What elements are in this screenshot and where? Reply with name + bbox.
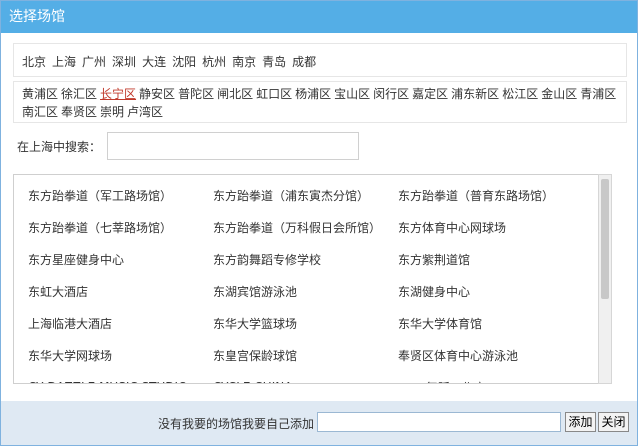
city-list: 北京 上海 广州 深圳 大连 沈阳 杭州 南京 青岛 成都 — [13, 43, 627, 77]
venue-item[interactable]: 奉贤区体育中心游泳池 — [398, 347, 583, 364]
district-link[interactable]: 闸北区 — [217, 87, 253, 101]
district-link[interactable]: 嘉定区 — [412, 87, 448, 101]
venue-item[interactable]: 东方跆拳道（万科假日会所馆） — [213, 219, 398, 236]
search-label: 在上海中搜索： — [17, 139, 102, 154]
district-link[interactable]: 普陀区 — [178, 87, 214, 101]
venue-list: 东方跆拳道（军工路场馆） 东方跆拳道（浦东寅杰分馆） 东方跆拳道（普育东路场馆） 东方… — [13, 174, 611, 384]
city-link[interactable]: 杭州 — [202, 55, 226, 69]
district-link[interactable]: 长宁区 — [100, 87, 136, 101]
district-link[interactable]: 金山区 — [541, 87, 577, 101]
district-link[interactable]: 闵行区 — [373, 87, 409, 101]
venue-item[interactable]: 东方紫荆道馆 — [398, 251, 583, 268]
city-link[interactable]: 成都 — [292, 55, 316, 69]
venue-item[interactable]: 东方星座健身中心 — [28, 251, 213, 268]
venue-item[interactable]: 东湖宾馆游泳池 — [213, 283, 398, 300]
search-input[interactable] — [107, 132, 360, 160]
venue-scrollbar[interactable] — [598, 174, 612, 384]
city-link[interactable]: 沈阳 — [172, 55, 196, 69]
venue-item[interactable]: 东方跆拳道（七莘路场馆） — [28, 219, 213, 236]
dialog-footer: 没有我要的场馆我要自己添加 添加 关闭 — [1, 401, 637, 445]
venue-item[interactable]: 东虹大酒店 — [28, 283, 213, 300]
district-link[interactable]: 徐汇区 — [61, 87, 97, 101]
district-list: 黄浦区 徐汇区 长宁区 静安区 普陀区 闸北区 虹口区 杨浦区 宝山区 闵行区 嘉定区 浦东新区 松江区… — [13, 81, 627, 123]
district-link[interactable]: 静安区 — [139, 87, 175, 101]
district-link[interactable]: 崇明 — [100, 105, 124, 119]
city-link[interactable]: 深圳 — [112, 55, 136, 69]
venue-item[interactable]: 东方跆拳道（普育东路场馆） — [398, 187, 583, 204]
district-link[interactable]: 卢湾区 — [127, 105, 163, 119]
district-link[interactable]: 奉贤区 — [61, 105, 97, 119]
district-link[interactable]: 杨浦区 — [295, 87, 331, 101]
close-button[interactable]: 关闭 — [598, 412, 629, 432]
dialog-title: 选择场馆 — [1, 1, 637, 33]
district-link[interactable]: 南汇区 — [22, 105, 58, 119]
venue-item[interactable]: 上海临港大酒店 — [28, 315, 213, 332]
venue-item[interactable]: 东方跆拳道（军工路场馆） — [28, 187, 213, 204]
select-venue-dialog: 选择场馆 北京 上海 广州 深圳 大连 沈阳 杭州 南京 青岛 成都 黄浦区 徐汇区 长宁区 静安区 普陀… — [0, 0, 638, 446]
scrollbar-thumb[interactable] — [601, 179, 609, 299]
venue-item[interactable]: 东华大学体育馆 — [398, 315, 583, 332]
venue-item[interactable]: 东湖健身中心 — [398, 283, 583, 300]
custom-venue-label: 没有我要的场馆我要自己添加 — [158, 417, 315, 431]
city-link[interactable]: 上海 — [52, 55, 76, 69]
venue-item[interactable]: CY DAZZLE MUSIC STUDIO — [28, 380, 213, 383]
venue-item[interactable]: 东方韵舞蹈专修学校 — [213, 251, 398, 268]
district-link[interactable]: 浦东新区 — [451, 87, 499, 101]
district-link[interactable]: 虹口区 — [256, 87, 292, 101]
city-link[interactable]: 青岛 — [262, 55, 286, 69]
venue-item[interactable]: CYCLE CHINA — [213, 380, 398, 383]
district-link[interactable]: 黄浦区 — [22, 87, 58, 101]
district-link[interactable]: 宝山区 — [334, 87, 370, 101]
venue-item[interactable]: 东方体育中心网球场 — [398, 219, 583, 236]
venue-item[interactable]: 东方跆拳道（浦东寅杰分馆） — [213, 187, 398, 204]
district-link[interactable]: 松江区 — [502, 87, 538, 101]
city-link[interactable]: 广州 — [82, 55, 106, 69]
add-button[interactable]: 添加 — [565, 412, 596, 432]
search-row: 在上海中搜索： — [13, 127, 627, 165]
city-link[interactable]: 大连 — [142, 55, 166, 69]
venue-item[interactable]: D&D舞蹈工作室 — [398, 379, 583, 384]
dialog-body: 北京 上海 广州 深圳 大连 沈阳 杭州 南京 青岛 成都 黄浦区 徐汇区 长宁区 静安区 普陀区 闸北区虹… — [1, 33, 637, 401]
venue-item[interactable]: 东华大学篮球场 — [213, 315, 398, 332]
custom-venue-input[interactable] — [317, 412, 561, 432]
city-link[interactable]: 南京 — [232, 55, 256, 69]
venue-item[interactable]: 东华大学网球场 — [28, 347, 213, 364]
district-link[interactable]: 青浦区 — [580, 87, 616, 101]
venue-item[interactable]: 东皇宫保龄球馆 — [213, 347, 398, 364]
city-link[interactable]: 北京 — [22, 55, 46, 69]
